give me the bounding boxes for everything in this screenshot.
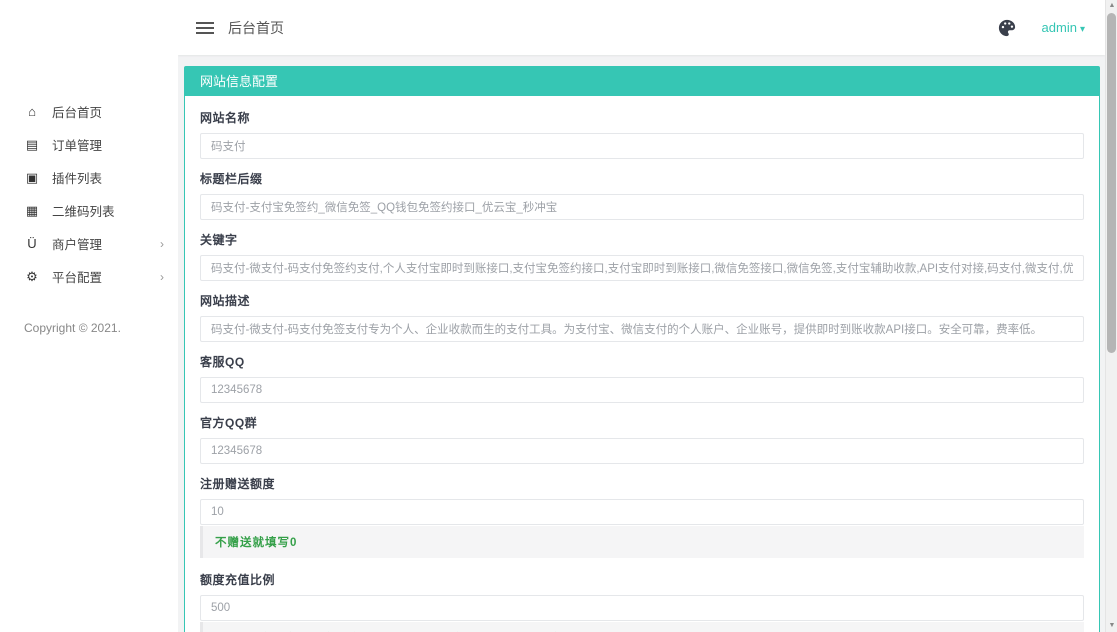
- field-input[interactable]: [200, 255, 1084, 281]
- admin-user-menu[interactable]: admin▾: [1042, 20, 1085, 35]
- field-helper: 不赠送就填写0: [200, 526, 1084, 558]
- main-content: 网站信息配置 网站名称 标题栏后缀 关键字 网站描述 客服QQ 官方QQ群 注册…: [178, 55, 1105, 632]
- field-input[interactable]: [200, 194, 1084, 220]
- field-label: 注册赠送额度: [200, 475, 1084, 492]
- scroll-up-icon[interactable]: ▲: [1106, 0, 1117, 12]
- sidebar-item-orders[interactable]: ▤ 订单管理: [0, 128, 178, 161]
- sidebar: ⌂ 后台首页 ▤ 订单管理 ▣ 插件列表 ▦ 二维码列表 Ü 商户管理 › ⚙ …: [0, 0, 178, 632]
- sidebar-menu: ⌂ 后台首页 ▤ 订单管理 ▣ 插件列表 ▦ 二维码列表 Ü 商户管理 › ⚙ …: [0, 95, 178, 293]
- copyright-text: Copyright © 2021.: [0, 321, 178, 335]
- scroll-down-icon[interactable]: ▼: [1106, 620, 1117, 632]
- field-input[interactable]: [200, 595, 1084, 621]
- caret-down-icon: ▾: [1080, 24, 1085, 35]
- card-header-title: 网站信息配置: [185, 67, 1099, 96]
- field-helper: 设置1元充值多少额度，输入100则代表1元充值100元软件额度: [200, 622, 1084, 632]
- sidebar-item-label: 二维码列表: [52, 201, 164, 220]
- field-label: 官方QQ群: [200, 414, 1084, 431]
- theme-palette-icon[interactable]: [998, 19, 1016, 37]
- admin-user-label: admin: [1042, 20, 1077, 35]
- field-input[interactable]: [200, 499, 1084, 525]
- table-icon: ▤: [24, 137, 40, 153]
- home-icon: ⌂: [24, 104, 40, 119]
- hamburger-menu-icon[interactable]: [196, 19, 214, 37]
- sidebar-item-label: 插件列表: [52, 168, 164, 187]
- field-label: 标题栏后缀: [200, 170, 1084, 187]
- field-input[interactable]: [200, 438, 1084, 464]
- page-title: 后台首页: [228, 18, 284, 38]
- form-fields: 网站名称 标题栏后缀 关键字 网站描述 客服QQ 官方QQ群 注册赠送额度 不赠…: [185, 96, 1099, 632]
- chevron-right-icon: ›: [160, 237, 164, 251]
- qrcode-icon: ▦: [24, 203, 40, 219]
- window-icon: ▣: [24, 170, 40, 186]
- scrollbar-thumb[interactable]: [1107, 13, 1116, 353]
- merchant-icon: Ü: [24, 236, 40, 251]
- field-input[interactable]: [200, 316, 1084, 342]
- sidebar-item-merchants[interactable]: Ü 商户管理 ›: [0, 227, 178, 260]
- sidebar-item-label: 订单管理: [52, 135, 164, 154]
- field-input[interactable]: [200, 133, 1084, 159]
- sidebar-item-plugins[interactable]: ▣ 插件列表: [0, 161, 178, 194]
- chevron-right-icon: ›: [160, 270, 164, 284]
- sidebar-item-label: 平台配置: [52, 267, 160, 286]
- field-label: 网站名称: [200, 109, 1084, 126]
- site-config-card: 网站信息配置 网站名称 标题栏后缀 关键字 网站描述 客服QQ 官方QQ群 注册…: [184, 66, 1100, 632]
- field-input[interactable]: [200, 377, 1084, 403]
- sidebar-item-label: 商户管理: [52, 234, 160, 253]
- sidebar-item-home[interactable]: ⌂ 后台首页: [0, 95, 178, 128]
- field-label: 关键字: [200, 231, 1084, 248]
- field-label: 额度充值比例: [200, 571, 1084, 588]
- gear-icon: ⚙: [24, 269, 40, 285]
- topbar: 后台首页 admin▾: [178, 0, 1105, 55]
- sidebar-item-label: 后台首页: [52, 102, 164, 121]
- field-label: 网站描述: [200, 292, 1084, 309]
- vertical-scrollbar[interactable]: ▲ ▼: [1105, 0, 1117, 632]
- field-label: 客服QQ: [200, 353, 1084, 370]
- sidebar-item-platform[interactable]: ⚙ 平台配置 ›: [0, 260, 178, 293]
- sidebar-item-qrcodes[interactable]: ▦ 二维码列表: [0, 194, 178, 227]
